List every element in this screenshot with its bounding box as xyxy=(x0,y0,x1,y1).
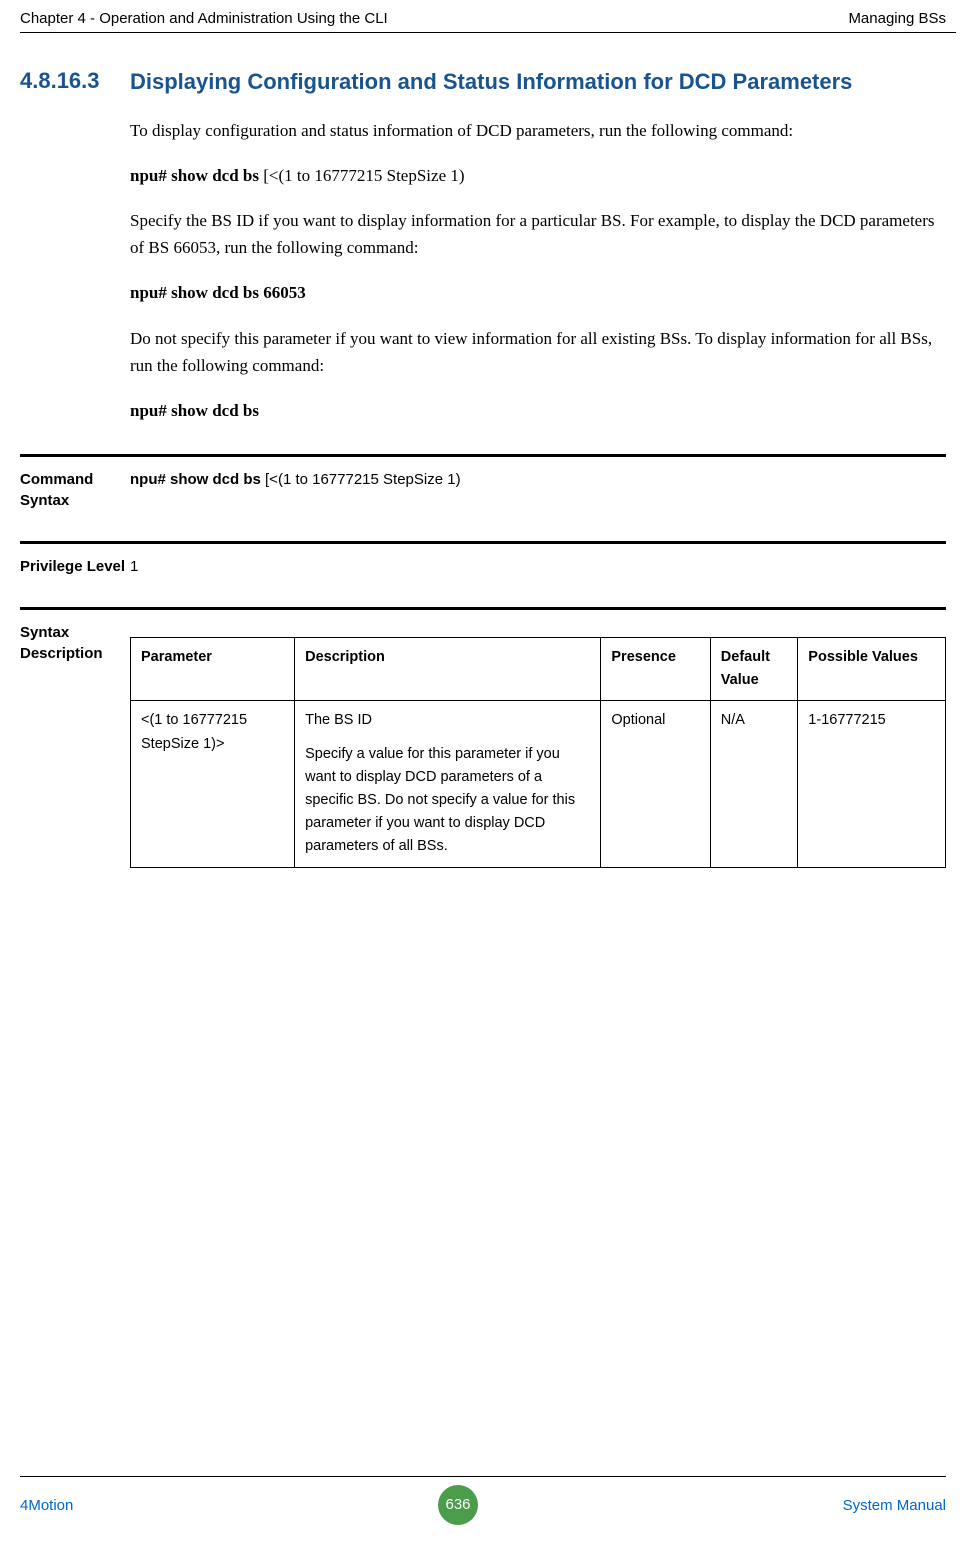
section-heading: 4.8.16.3 Displaying Configuration and St… xyxy=(20,68,946,97)
footer-content: 4Motion 636 System Manual xyxy=(20,1485,946,1525)
footer-left: 4Motion xyxy=(20,1497,73,1514)
command-bold: npu# show dcd bs xyxy=(130,166,263,185)
command-syntax-value: npu# show dcd bs [<(1 to 16777215 StepSi… xyxy=(130,469,461,511)
privilege-level-row: Privilege Level 1 xyxy=(20,541,946,577)
command-syntax-bold: npu# show dcd bs xyxy=(130,471,265,488)
syntax-description-label: Syntax Description xyxy=(20,622,130,868)
header-left: Chapter 4 - Operation and Administration… xyxy=(20,10,388,27)
privilege-level-label: Privilege Level xyxy=(20,556,130,577)
table-header-row: Parameter Description Presence Default V… xyxy=(131,638,946,701)
cell-parameter: <(1 to 16777215 StepSize 1)> xyxy=(131,701,295,867)
page-header: Chapter 4 - Operation and Administration… xyxy=(0,0,976,32)
header-description: Description xyxy=(295,638,601,701)
header-presence: Presence xyxy=(601,638,710,701)
paragraph-3: Specify the BS ID if you want to display… xyxy=(130,207,946,261)
command-syntax-section: Command Syntax npu# show dcd bs [<(1 to … xyxy=(20,454,946,868)
cell-presence: Optional xyxy=(601,701,710,867)
privilege-level-value: 1 xyxy=(130,556,138,577)
section-title: Displaying Configuration and Status Info… xyxy=(130,68,852,97)
paragraph-4: npu# show dcd bs 66053 xyxy=(130,279,946,306)
syntax-table-container: Parameter Description Presence Default V… xyxy=(130,637,946,868)
footer-right: System Manual xyxy=(843,1497,946,1514)
command-syntax-label: Command Syntax xyxy=(20,469,130,511)
paragraph-2: npu# show dcd bs [<(1 to 16777215 StepSi… xyxy=(130,162,946,189)
table-row: <(1 to 16777215 StepSize 1)> The BS ID S… xyxy=(131,701,946,867)
header-right: Managing BSs xyxy=(848,10,946,27)
header-possible-values: Possible Values xyxy=(798,638,946,701)
main-content: 4.8.16.3 Displaying Configuration and St… xyxy=(0,33,976,868)
paragraph-6: npu# show dcd bs xyxy=(130,397,946,424)
cell-description: The BS ID Specify a value for this param… xyxy=(295,701,601,867)
paragraph-5: Do not specify this parameter if you wan… xyxy=(130,325,946,379)
description-rest: Specify a value for this parameter if yo… xyxy=(305,743,590,859)
section-number: 4.8.16.3 xyxy=(20,68,130,97)
command-rest: [<(1 to 16777215 StepSize 1) xyxy=(263,166,464,185)
page-footer: 4Motion 636 System Manual xyxy=(20,1476,946,1525)
description-line1: The BS ID xyxy=(305,709,590,732)
paragraph-1: To display configuration and status info… xyxy=(130,117,946,144)
page-number: 636 xyxy=(438,1485,478,1525)
cell-possible-values: 1-16777215 xyxy=(798,701,946,867)
syntax-description-section: Syntax Description Parameter Description… xyxy=(20,607,946,868)
header-parameter: Parameter xyxy=(131,638,295,701)
footer-divider xyxy=(20,1476,946,1477)
syntax-table: Parameter Description Presence Default V… xyxy=(130,637,946,868)
cell-default-value: N/A xyxy=(710,701,798,867)
command-syntax-rest: [<(1 to 16777215 StepSize 1) xyxy=(265,471,461,488)
command-syntax-row: Command Syntax npu# show dcd bs [<(1 to … xyxy=(20,454,946,511)
header-default-value: Default Value xyxy=(710,638,798,701)
